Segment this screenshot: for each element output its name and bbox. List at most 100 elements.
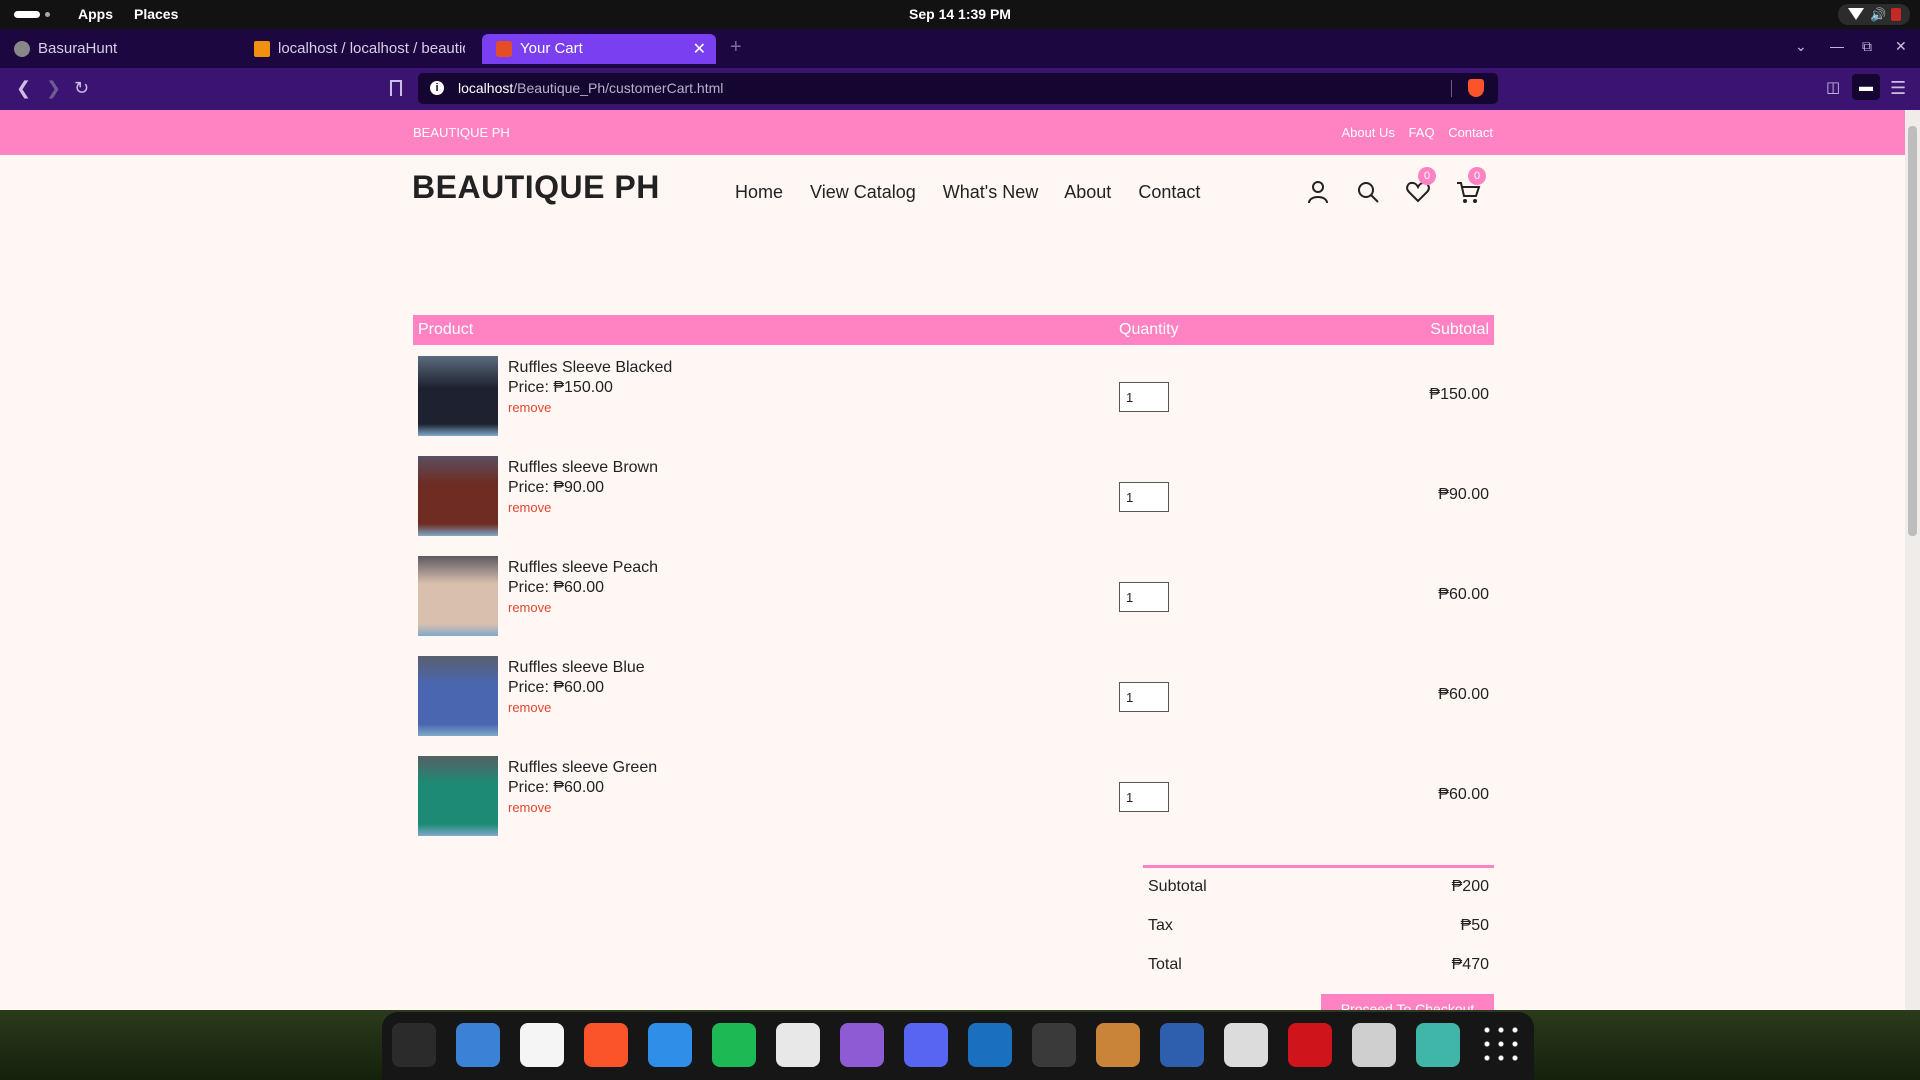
top-brand: BEAUTIQUE PH [413, 125, 510, 140]
quantity-input[interactable]: 1 [1119, 782, 1169, 812]
wishlist-count-badge: 0 [1418, 167, 1436, 185]
quantity-input[interactable]: 1 [1119, 582, 1169, 612]
text-editor-app[interactable] [520, 1023, 564, 1067]
product-price: Price: ₱90.00 [508, 479, 605, 496]
product-image [418, 556, 498, 636]
acrobat-app[interactable] [1288, 1023, 1332, 1067]
remove-link[interactable]: remove [508, 600, 551, 615]
tab-label: BasuraHunt [38, 40, 118, 57]
settings-app[interactable] [1352, 1023, 1396, 1067]
product-image [418, 656, 498, 736]
github-desktop-app[interactable] [840, 1023, 884, 1067]
wifi-icon [1848, 8, 1864, 20]
game-app[interactable] [1096, 1023, 1140, 1067]
back-button[interactable]: ❮ [16, 78, 31, 99]
menu-icon[interactable]: ☰ [1890, 78, 1906, 99]
terminal-app[interactable] [392, 1023, 436, 1067]
quantity-input[interactable]: 1 [1119, 682, 1169, 712]
android-studio-app[interactable] [1416, 1023, 1460, 1067]
header-product: Product [418, 321, 474, 338]
wishlist-button[interactable]: 0 [1405, 167, 1436, 205]
globe-icon [14, 41, 30, 57]
brave-shields-icon[interactable] [1468, 79, 1484, 97]
link-about-us[interactable]: About Us [1341, 125, 1394, 140]
search-icon[interactable] [1355, 179, 1381, 205]
site-logo[interactable]: BEAUTIQUE PH [412, 169, 660, 206]
scrollbar-thumb[interactable] [1908, 126, 1917, 536]
top-strip: BEAUTIQUE PH About Us FAQ Contact [0, 110, 1905, 155]
product-name: Ruffles sleeve Green [508, 759, 658, 776]
tab-list-icon[interactable]: ⌄ [1795, 38, 1807, 55]
totals-label: Total [1148, 956, 1182, 973]
minimize-button[interactable]: — [1830, 38, 1844, 54]
url-text[interactable]: localhost/Beautique_Ph/customerCart.html [458, 80, 723, 96]
nav-whats-new[interactable]: What's New [943, 182, 1038, 202]
brave-app[interactable] [584, 1023, 628, 1067]
top-links: About Us FAQ Contact [1331, 125, 1493, 140]
discord-app[interactable] [904, 1023, 948, 1067]
browser-toolbar: ❮ ❯ ↻ i localhost/Beautique_Ph/customerC… [0, 68, 1920, 110]
forward-button[interactable]: ❯ [46, 78, 61, 99]
phpmyadmin-icon [254, 41, 270, 57]
quantity-input[interactable]: 1 [1119, 382, 1169, 412]
steam-app[interactable] [968, 1023, 1012, 1067]
tab-label: localhost / localhost / beautique [278, 40, 465, 57]
product-image [418, 356, 498, 436]
totals-label: Subtotal [1148, 878, 1207, 895]
tab-your-cart[interactable]: Your Cart ✕ [482, 34, 716, 64]
obs-app[interactable] [1032, 1023, 1076, 1067]
tab-phpmyadmin[interactable]: localhost / localhost / beautique [240, 34, 465, 64]
header-quantity: Quantity [1119, 321, 1179, 338]
maximize-button[interactable]: ⧉ [1862, 38, 1872, 55]
clock[interactable]: Sep 14 1:39 PM [0, 6, 1920, 22]
reload-button[interactable]: ↻ [74, 78, 89, 99]
tab-basurahunt[interactable]: BasuraHunt [0, 34, 240, 64]
remove-link[interactable]: remove [508, 400, 551, 415]
system-tray[interactable]: 🔊 [1838, 4, 1910, 25]
battery-icon [1891, 8, 1901, 21]
totals-value: ₱470 [1451, 956, 1489, 973]
browser-tab-bar: BasuraHunt localhost / localhost / beaut… [0, 29, 1920, 68]
wallet-icon[interactable]: ▬ [1852, 74, 1880, 100]
cart-button[interactable]: 0 [1455, 167, 1486, 205]
nav-home[interactable]: Home [735, 182, 783, 202]
inkscape-app[interactable] [1224, 1023, 1268, 1067]
totals-row-subtotal: Subtotal ₱200 [1143, 868, 1494, 907]
site-info-icon[interactable]: i [430, 81, 444, 95]
bookmark-icon[interactable] [390, 80, 402, 96]
sidebar-icon[interactable]: ◫ [1826, 78, 1840, 96]
totals-row-total: Total ₱470 [1143, 946, 1494, 985]
app-grid[interactable] [1480, 1023, 1524, 1067]
nav-contact[interactable]: Contact [1138, 182, 1200, 202]
cart-count-badge: 0 [1468, 167, 1486, 185]
spotify-app[interactable] [712, 1023, 756, 1067]
product-image [418, 456, 498, 536]
link-contact[interactable]: Contact [1448, 125, 1493, 140]
remove-link[interactable]: remove [508, 700, 551, 715]
menu: Home View Catalog What's New About Conta… [735, 182, 1222, 203]
vscode-app[interactable] [648, 1023, 692, 1067]
nav-about[interactable]: About [1064, 182, 1111, 202]
main-navigation: BEAUTIQUE PH Home View Catalog What's Ne… [0, 155, 1905, 265]
files-app[interactable] [456, 1023, 500, 1067]
row-subtotal: ₱150.00 [1429, 386, 1489, 403]
close-window-button[interactable]: ✕ [1895, 38, 1907, 55]
close-tab-icon[interactable]: ✕ [693, 39, 706, 59]
row-subtotal: ₱60.00 [1438, 586, 1489, 603]
github-app[interactable] [776, 1023, 820, 1067]
page-scrollbar[interactable] [1905, 110, 1920, 1010]
tab-label: Your Cart [520, 40, 583, 57]
cart-row: Ruffles sleeve Blue Price: ₱60.00 remove… [413, 645, 1494, 745]
user-icon[interactable] [1305, 179, 1331, 205]
address-bar[interactable]: i localhost/Beautique_Ph/customerCart.ht… [418, 73, 1498, 104]
remove-link[interactable]: remove [508, 500, 551, 515]
quantity-input[interactable]: 1 [1119, 482, 1169, 512]
new-tab-button[interactable]: + [730, 36, 742, 59]
totals-value: ₱200 [1451, 878, 1489, 895]
link-faq[interactable]: FAQ [1409, 125, 1435, 140]
row-subtotal: ₱60.00 [1438, 786, 1489, 803]
kdenlive-app[interactable] [1160, 1023, 1204, 1067]
nav-view-catalog[interactable]: View Catalog [810, 182, 916, 202]
remove-link[interactable]: remove [508, 800, 551, 815]
system-top-bar: Apps Places Sep 14 1:39 PM 🔊 [0, 0, 1920, 29]
